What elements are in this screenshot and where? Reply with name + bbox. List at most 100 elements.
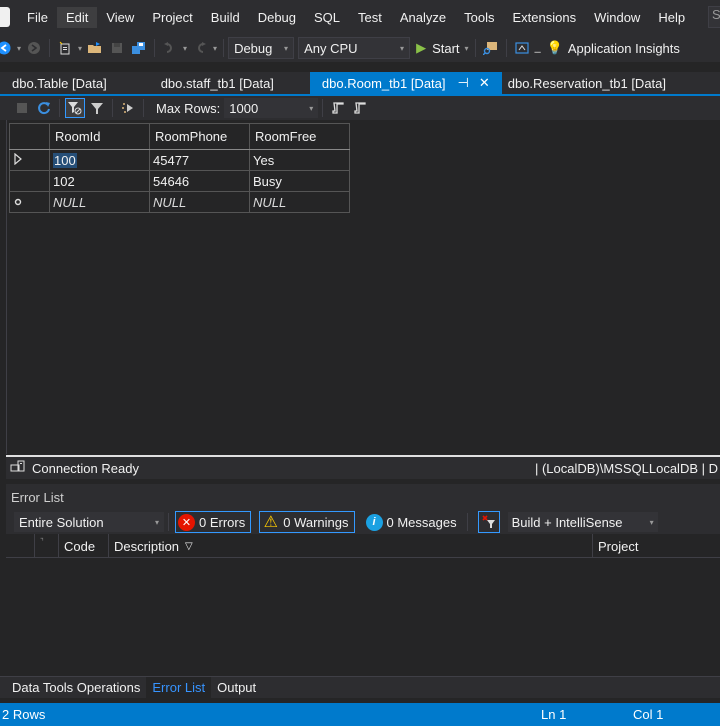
- column-header-code[interactable]: Code: [58, 534, 108, 558]
- scope-select[interactable]: Entire Solution ▾: [14, 512, 164, 532]
- menu-window[interactable]: Window: [585, 7, 649, 28]
- application-insights-button[interactable]: 💡 Application Insights: [547, 40, 680, 56]
- grid-cell[interactable]: 102: [49, 170, 150, 192]
- browser-link-dropdown-icon[interactable]: ▁: [535, 44, 541, 53]
- grid-corner[interactable]: [9, 123, 50, 150]
- chevron-down-icon: ▾: [284, 43, 289, 53]
- toolbar-separator: [223, 39, 225, 57]
- redo-dropdown-icon[interactable]: ▾: [213, 44, 217, 53]
- menu-extensions[interactable]: Extensions: [503, 7, 585, 28]
- pin-icon[interactable]: ⊣: [458, 75, 469, 91]
- menu-build[interactable]: Build: [202, 7, 249, 28]
- back-icon[interactable]: [0, 40, 12, 56]
- grid-cell[interactable]: NULL: [49, 191, 150, 213]
- filter-icon[interactable]: [87, 98, 107, 118]
- tab-overflow[interactable]: d: [712, 72, 720, 94]
- grid-cell[interactable]: 100: [49, 149, 150, 171]
- errors-filter-button[interactable]: ✕ 0 Errors: [175, 511, 252, 533]
- apply-filter-icon[interactable]: [65, 98, 85, 118]
- column-header-roomid[interactable]: RoomId: [49, 123, 150, 150]
- menu-sql[interactable]: SQL: [305, 7, 349, 28]
- menu-view[interactable]: View: [97, 7, 143, 28]
- forward-icon[interactable]: [26, 40, 42, 56]
- clear-filter-icon[interactable]: [477, 511, 500, 533]
- tab-output[interactable]: Output: [211, 677, 262, 699]
- start-button[interactable]: ▶ Start ▾: [416, 40, 470, 56]
- find-in-files-icon[interactable]: [482, 40, 499, 56]
- connection-icon: [10, 460, 26, 477]
- warnings-filter-button[interactable]: ⚠ 0 Warnings: [259, 511, 355, 533]
- grid-cell[interactable]: 54646: [149, 170, 250, 192]
- menu-tools[interactable]: Tools: [455, 7, 503, 28]
- menu-file[interactable]: File: [18, 7, 57, 28]
- table-row: 100 45477 Yes: [9, 149, 350, 171]
- menu-analyze[interactable]: Analyze: [391, 7, 455, 28]
- tab-data-tools-operations[interactable]: Data Tools Operations: [6, 677, 146, 699]
- undo-icon[interactable]: [162, 40, 178, 56]
- tab-dbo-reservation-tb1[interactable]: dbo.Reservation_tb1 [Data]: [502, 72, 678, 94]
- tab-dbo-table[interactable]: dbo.Table [Data]: [0, 72, 119, 94]
- undo-dropdown-icon[interactable]: ▾: [183, 44, 187, 53]
- data-grid: RoomId RoomPhone RoomFree 100 45477 Yes …: [9, 123, 350, 213]
- save-all-icon[interactable]: [131, 40, 147, 56]
- grid-cell[interactable]: Busy: [249, 170, 350, 192]
- platform-select[interactable]: Any CPU ▾: [298, 37, 411, 59]
- generate-script-icon[interactable]: [118, 98, 138, 118]
- script-icon[interactable]: [328, 98, 348, 118]
- toolbar-separator: [143, 99, 144, 117]
- menu-help[interactable]: Help: [649, 7, 694, 28]
- save-icon[interactable]: [109, 40, 125, 56]
- data-grid-toolbar: Max Rows: 1000 ▾: [0, 96, 720, 120]
- stop-icon[interactable]: [12, 98, 32, 118]
- start-dropdown-icon[interactable]: ▾: [465, 44, 469, 53]
- column-header-project[interactable]: Project: [592, 534, 720, 558]
- tab-label: dbo.Room_tb1 [Data]: [321, 75, 446, 91]
- new-project-icon[interactable]: [57, 40, 73, 56]
- build-filter-select[interactable]: Build + IntelliSense ▾: [507, 512, 658, 532]
- redo-icon[interactable]: [192, 40, 208, 56]
- menu-test[interactable]: Test: [349, 7, 391, 28]
- tab-dbo-staff-tb1[interactable]: dbo.staff_tb1 [Data]: [149, 72, 286, 94]
- column-header-description[interactable]: Description ▽: [108, 534, 598, 558]
- column-number: Col 1: [633, 707, 664, 722]
- messages-filter-button[interactable]: i 0 Messages: [362, 511, 463, 533]
- data-grid-area: RoomId RoomPhone RoomFree 100 45477 Yes …: [6, 120, 720, 454]
- menu-project[interactable]: Project: [143, 7, 201, 28]
- search-box[interactable]: S: [708, 6, 720, 28]
- error-list-toolbar: Entire Solution ▾ ✕ 0 Errors ⚠ 0 Warning…: [6, 510, 720, 534]
- open-folder-icon[interactable]: [87, 40, 103, 56]
- grid-cell[interactable]: NULL: [149, 191, 250, 213]
- grid-cell[interactable]: NULL: [249, 191, 350, 213]
- browser-link-icon[interactable]: [514, 40, 530, 56]
- grid-cell[interactable]: 45477: [149, 149, 250, 171]
- error-list-body: [6, 558, 720, 676]
- back-dropdown-icon[interactable]: ▾: [17, 44, 21, 53]
- warnings-count: 0 Warnings: [283, 514, 349, 530]
- error-list-title: Error List: [6, 484, 720, 510]
- close-icon[interactable]: ✕: [479, 75, 490, 91]
- new-project-dropdown-icon[interactable]: ▾: [78, 44, 82, 53]
- row-header[interactable]: [9, 170, 50, 192]
- column-chooser-icon[interactable]: ⌝: [34, 534, 54, 558]
- tab-error-list[interactable]: Error List: [146, 676, 212, 699]
- column-header-roomphone[interactable]: RoomPhone: [149, 123, 250, 150]
- menu-debug[interactable]: Debug: [249, 7, 305, 28]
- max-rows-select[interactable]: 1000 ▾: [224, 98, 319, 118]
- new-row-indicator[interactable]: [9, 191, 50, 213]
- build-filter-value: Build + IntelliSense: [511, 514, 623, 530]
- script-to-file-icon[interactable]: [350, 98, 370, 118]
- menu-edit[interactable]: Edit: [56, 6, 98, 28]
- line-number: Ln 1: [541, 707, 567, 722]
- current-row-indicator[interactable]: [9, 149, 50, 171]
- tab-dbo-room-tb1[interactable]: dbo.Room_tb1 [Data] ⊣ ✕: [309, 72, 502, 94]
- errors-count: 0 Errors: [199, 514, 246, 530]
- column-header-roomfree[interactable]: RoomFree: [249, 123, 350, 150]
- configuration-select[interactable]: Debug ▾: [228, 37, 295, 59]
- platform-value: Any CPU: [304, 40, 358, 56]
- toolbar-separator: [322, 99, 324, 117]
- application-insights-label: Application Insights: [567, 40, 680, 56]
- grid-cell[interactable]: Yes: [249, 149, 350, 171]
- refresh-icon[interactable]: [34, 98, 54, 118]
- selected-cell-value[interactable]: 100: [53, 152, 77, 168]
- toolbar-separator: [505, 39, 507, 57]
